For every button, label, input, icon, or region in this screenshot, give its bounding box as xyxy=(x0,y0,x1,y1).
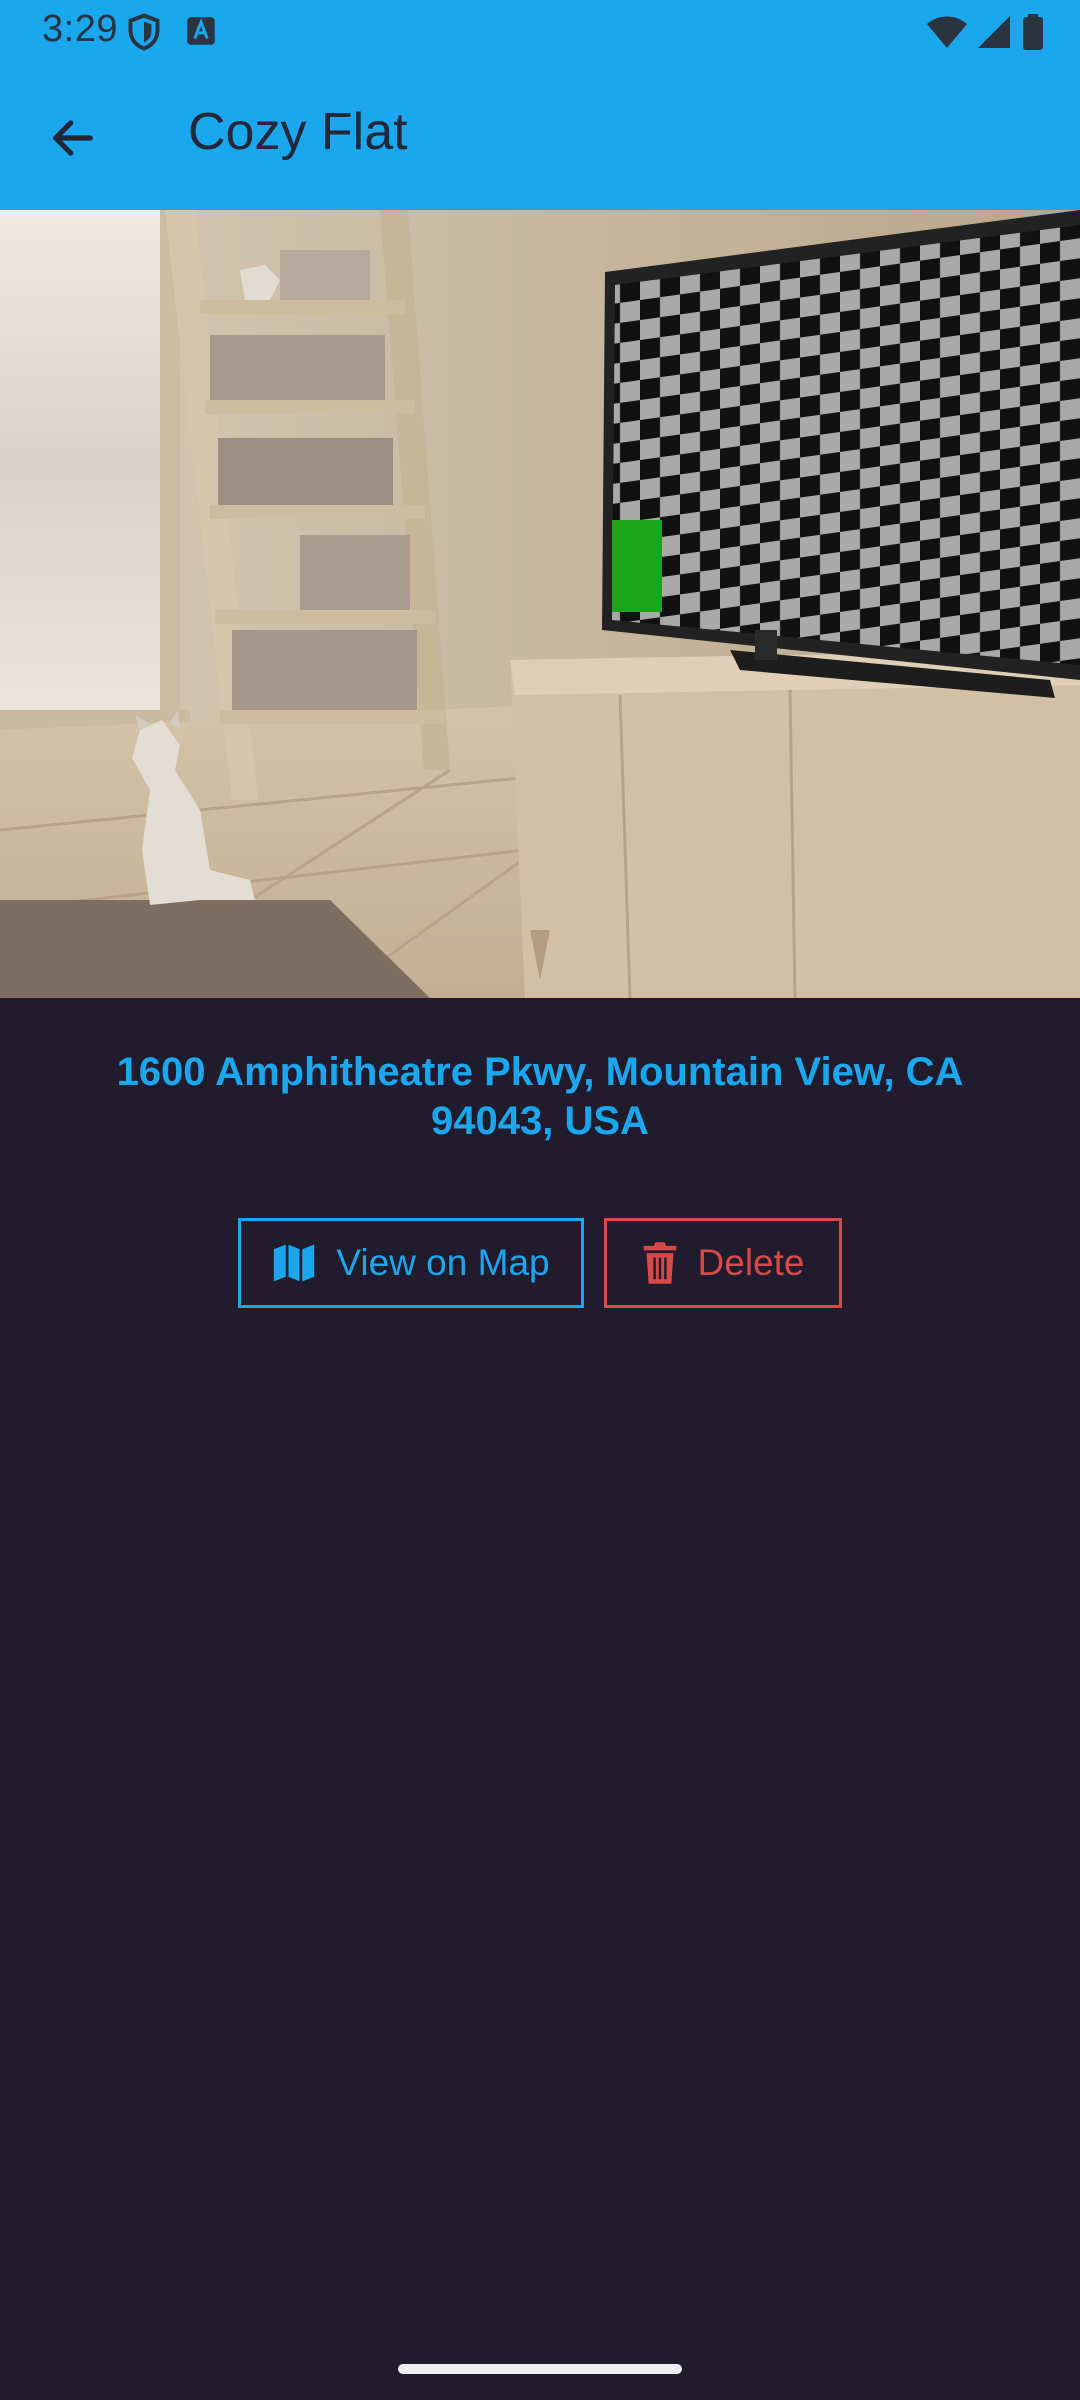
map-icon xyxy=(274,1244,315,1282)
place-image xyxy=(0,210,1080,998)
home-indicator[interactable] xyxy=(398,2364,682,2374)
status-bar: 3:29 xyxy=(0,0,1080,64)
app-bar: Cozy Flat xyxy=(0,64,1080,210)
shield-icon xyxy=(128,13,160,51)
delete-label: Delete xyxy=(697,1242,805,1283)
page-title: Cozy Flat xyxy=(188,103,408,161)
signal-icon xyxy=(978,16,1010,48)
a-icon xyxy=(187,17,215,45)
view-on-map-label: View on Map xyxy=(336,1242,550,1283)
status-icons xyxy=(926,12,1044,52)
battery-icon xyxy=(1023,14,1043,50)
view-on-map-button[interactable]: View on Map xyxy=(238,1218,584,1308)
wifi-icon xyxy=(927,16,967,48)
trash-icon xyxy=(643,1242,676,1284)
back-button[interactable] xyxy=(30,100,116,176)
address-text: 1600 Amphitheatre Pkwy, Mountain View, C… xyxy=(116,1050,964,1143)
arrow-left-icon xyxy=(53,120,93,156)
status-time: 3:29 xyxy=(42,8,118,50)
delete-button[interactable]: Delete xyxy=(604,1218,842,1308)
place-detail-screen: 3:29 Cozy Flat 1600 Amphitheatre Pkwy, M… xyxy=(0,0,1080,2400)
